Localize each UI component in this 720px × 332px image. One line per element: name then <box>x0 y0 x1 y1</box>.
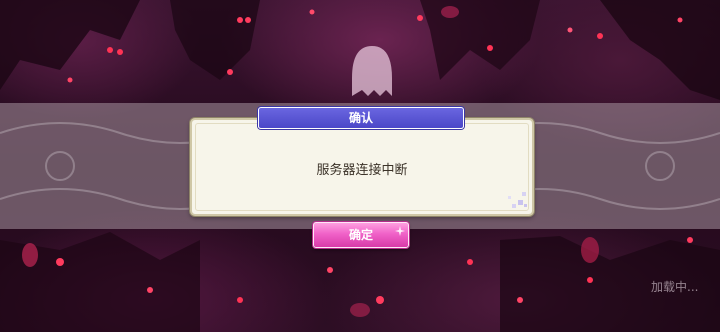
dialog-message: 服务器连接中断 <box>316 163 408 178</box>
corner-sparkle-icon <box>508 192 527 208</box>
sparkle-icon <box>395 226 405 236</box>
loading-indicator: 加载中... <box>651 280 699 294</box>
confirm-button[interactable]: 确定 <box>313 222 409 248</box>
dialog-title: 确认 <box>258 107 464 129</box>
confirm-button-label: 确定 <box>348 228 373 242</box>
